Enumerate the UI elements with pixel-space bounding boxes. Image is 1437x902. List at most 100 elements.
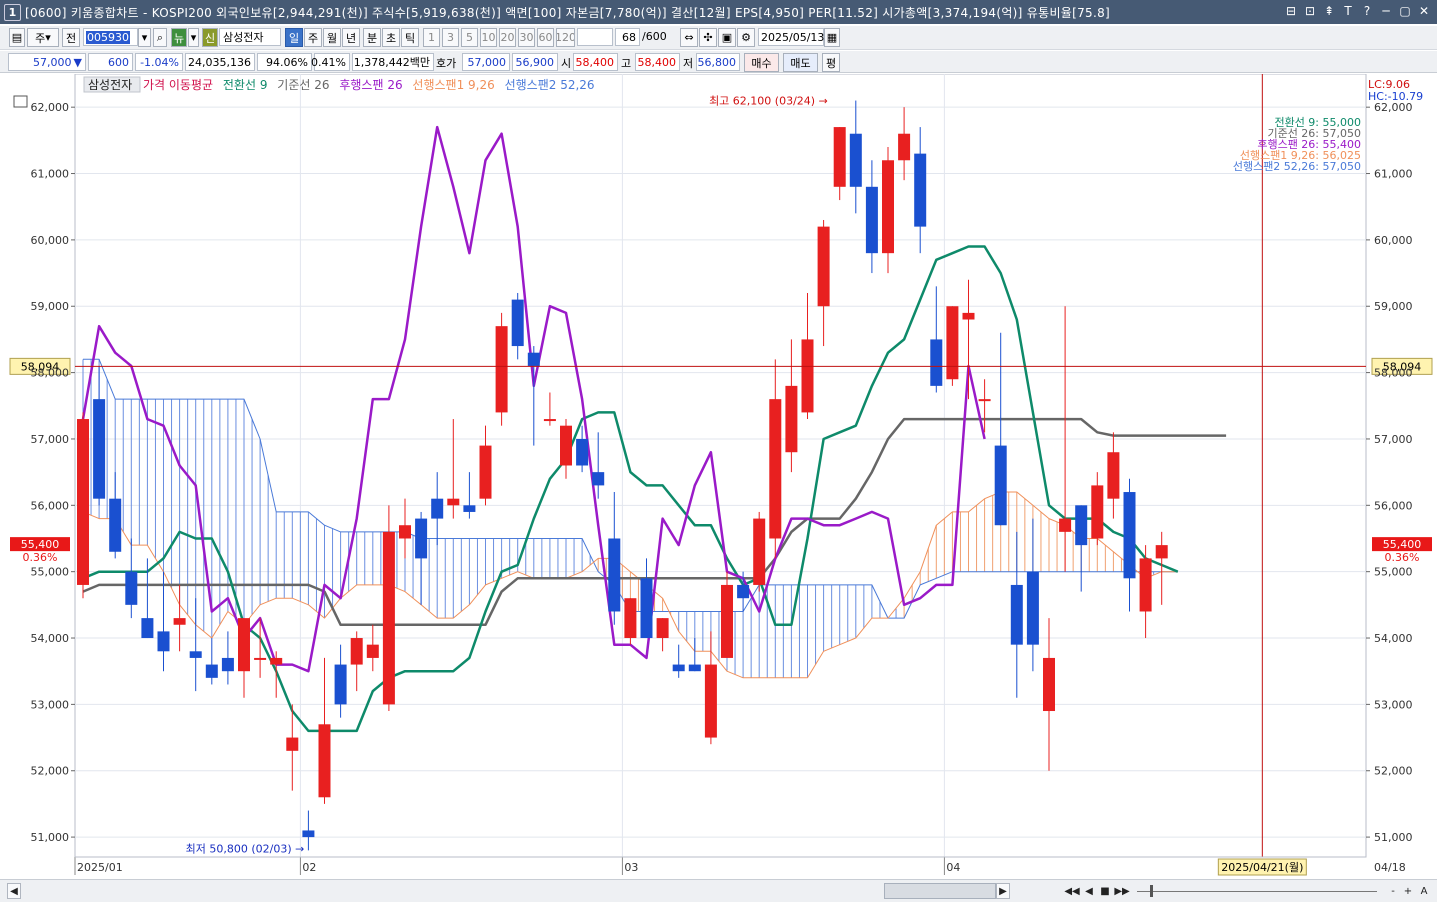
minute-1[interactable]: 1 xyxy=(423,28,440,47)
candle-body[interactable] xyxy=(978,399,991,402)
code-dropdown-icon[interactable]: ▾ xyxy=(138,28,151,47)
candle-body[interactable] xyxy=(865,186,878,254)
chart-menu-icon[interactable]: ▤ xyxy=(9,28,25,47)
prev-icon[interactable]: ◀ xyxy=(1082,883,1096,899)
candle-body[interactable] xyxy=(1091,485,1104,539)
layout-icon[interactable]: ⊡ xyxy=(1303,3,1317,19)
period-second[interactable]: 초 xyxy=(382,28,400,47)
window-number[interactable]: 1 xyxy=(4,3,21,21)
candle-body[interactable] xyxy=(672,664,685,672)
market-type-select[interactable]: 주 ▾ xyxy=(27,28,59,47)
pin-icon[interactable]: ⇞ xyxy=(1322,3,1336,19)
candle-body[interactable] xyxy=(1139,558,1152,612)
minute-10[interactable]: 10 xyxy=(480,28,497,47)
close-icon[interactable]: ✕ xyxy=(1417,3,1431,19)
candle-body[interactable] xyxy=(704,664,717,738)
candle-body[interactable] xyxy=(189,651,202,658)
font-icon[interactable]: T xyxy=(1341,3,1355,19)
candle-body[interactable] xyxy=(125,571,138,605)
candle-body[interactable] xyxy=(109,498,122,552)
candle-body[interactable] xyxy=(334,664,347,705)
candle-body[interactable] xyxy=(1010,584,1023,645)
candle-body[interactable] xyxy=(833,127,846,187)
candle-body[interactable] xyxy=(721,584,733,658)
candle-body[interactable] xyxy=(962,312,975,320)
period-day[interactable]: 일 xyxy=(285,28,303,47)
zoom-icon[interactable]: ⇔ xyxy=(680,28,698,47)
candle-body[interactable] xyxy=(238,618,250,672)
candle-body[interactable] xyxy=(640,578,653,639)
legend-item-kijun[interactable]: 기준선 26 xyxy=(277,78,329,92)
minute-60[interactable]: 60 xyxy=(537,28,554,47)
candle-body[interactable] xyxy=(221,657,234,672)
candle-body[interactable] xyxy=(1026,571,1039,645)
candle-body[interactable] xyxy=(543,419,556,422)
candle-body[interactable] xyxy=(447,498,460,506)
minute-3[interactable]: 3 xyxy=(442,28,459,47)
scroll-left-icon[interactable]: ◀ xyxy=(7,883,21,899)
minute-5[interactable]: 5 xyxy=(461,28,478,47)
candle-body[interactable] xyxy=(382,531,395,705)
legend-item-tenkan[interactable]: 전환선 9 xyxy=(223,78,268,92)
credit-badge[interactable]: 신 xyxy=(202,28,218,47)
candle-body[interactable] xyxy=(157,631,170,652)
candle-body[interactable] xyxy=(801,339,814,413)
candle-body[interactable] xyxy=(1043,657,1055,712)
candle-body[interactable] xyxy=(576,438,589,466)
minute-30[interactable]: 30 xyxy=(518,28,535,47)
candle-body[interactable] xyxy=(882,160,894,254)
candle-body[interactable] xyxy=(737,584,750,599)
candle-body[interactable] xyxy=(463,505,476,512)
period-minute[interactable]: 분 xyxy=(363,28,381,47)
all-button[interactable]: 전 xyxy=(62,28,80,47)
candle-body[interactable] xyxy=(914,153,927,227)
split-icon[interactable]: ⊟ xyxy=(1284,3,1298,19)
candle-body[interactable] xyxy=(302,830,315,838)
count-input[interactable]: 68 xyxy=(615,28,640,46)
candle-body[interactable] xyxy=(399,525,411,539)
legend-item-ma[interactable]: 가격 이동평균 xyxy=(143,78,213,92)
candle-body[interactable] xyxy=(1155,545,1168,559)
candle-body[interactable] xyxy=(270,657,283,665)
minute-20[interactable]: 20 xyxy=(499,28,516,47)
candle-body[interactable] xyxy=(1107,452,1120,499)
candle-body[interactable] xyxy=(254,657,267,660)
buy-button[interactable]: 매수 xyxy=(744,53,779,72)
candle-body[interactable] xyxy=(77,419,89,585)
minute-120[interactable]: 120 xyxy=(556,28,575,47)
candle-body[interactable] xyxy=(1059,518,1072,532)
candle-body[interactable] xyxy=(286,737,299,751)
price-chart[interactable]: 58,094 58,0942025/04/21(월)55,4000.36%55,4… xyxy=(0,74,1437,878)
zoom-slider-track[interactable] xyxy=(1137,891,1377,892)
crosshair-icon[interactable]: ✣ xyxy=(699,28,717,47)
legend-item-chikou[interactable]: 후행스팬 26 xyxy=(339,77,402,92)
period-month[interactable]: 월 xyxy=(323,28,341,47)
candle-body[interactable] xyxy=(785,385,798,453)
candle-body[interactable] xyxy=(318,724,331,798)
candle-body[interactable] xyxy=(495,326,508,413)
average-button[interactable]: 평 xyxy=(822,53,840,72)
first-page-icon[interactable]: ◀◀ xyxy=(1064,883,1079,899)
candle-body[interactable] xyxy=(946,306,959,380)
candle-body[interactable] xyxy=(849,133,862,187)
period-week[interactable]: 주 xyxy=(304,28,322,47)
period-year[interactable]: 년 xyxy=(342,28,360,47)
candle-body[interactable] xyxy=(431,498,444,519)
candle-body[interactable] xyxy=(527,352,540,366)
zoom-in-icon[interactable]: + xyxy=(1402,883,1414,899)
custom-period-input[interactable] xyxy=(577,28,613,46)
legend-item-senkou1[interactable]: 선행스팬1 9,26 xyxy=(412,77,494,92)
news-dropdown-icon[interactable]: ▾ xyxy=(188,28,199,47)
save-icon[interactable]: ▣ xyxy=(718,28,736,47)
auto-scale-icon[interactable]: A xyxy=(1418,883,1430,899)
search-icon[interactable]: ⌕ xyxy=(153,28,167,47)
period-tick[interactable]: 틱 xyxy=(401,28,419,47)
news-button[interactable]: 뉴 xyxy=(171,28,187,47)
candle-body[interactable] xyxy=(366,644,379,658)
last-page-icon[interactable]: ▶▶ xyxy=(1114,883,1129,899)
candle-body[interactable] xyxy=(817,226,830,307)
candle-body[interactable] xyxy=(205,664,218,678)
candle-body[interactable] xyxy=(608,538,621,612)
candle-body[interactable] xyxy=(173,618,186,625)
settings-icon[interactable]: ⚙ xyxy=(737,28,755,47)
